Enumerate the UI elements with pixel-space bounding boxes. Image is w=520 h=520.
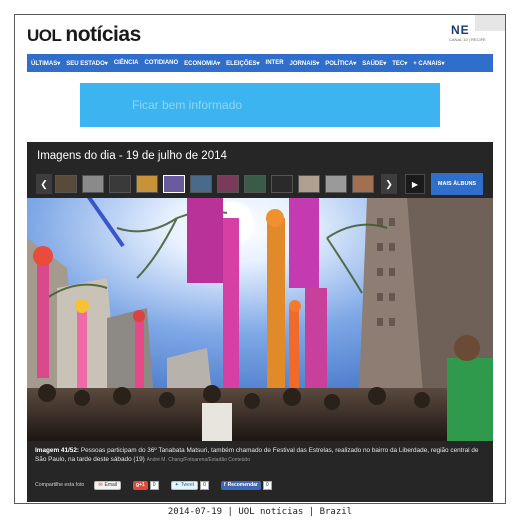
play-icon: ▶	[411, 179, 419, 189]
nav-item[interactable]: SEU ESTADO▾	[66, 60, 108, 67]
more-albums-button[interactable]: MAIS ÁLBUNS	[431, 173, 483, 195]
share-label: Compartilhe esta foto	[35, 482, 85, 488]
header-corner-box	[475, 15, 505, 31]
nav-item[interactable]: CIÊNCIA	[114, 60, 139, 66]
nav-item[interactable]: ECONOMIA▾	[184, 60, 220, 67]
site-header: UOL notícias NE CANAL 10 | RECIFE	[15, 15, 505, 53]
twitter-bird-icon: ✦	[174, 482, 179, 488]
gallery-title: Imagens do dia - 19 de julho de 2014	[37, 150, 227, 162]
share-bar: Compartilhe esta foto ✉ Email g+1 0 ✦ Tw…	[35, 479, 475, 491]
gallery-thumbnail[interactable]	[136, 175, 158, 193]
tweet-label: Tweet	[180, 482, 195, 488]
site-logo[interactable]: UOL notícias	[27, 23, 141, 47]
main-nav: ÚLTIMAS▾ SEU ESTADO▾ CIÊNCIA COTIDIANO ECONO…	[27, 54, 493, 72]
nav-item[interactable]: SAÚDE▾	[362, 60, 386, 67]
caption-text: Pessoas participam do 36º Tanabata Matsu…	[35, 447, 479, 463]
tweet-button[interactable]: ✦ Tweet	[170, 480, 199, 490]
image-footer-caption: 2014-07-19 | UOL notícias | Brazil	[167, 507, 353, 517]
gallery-thumbnail[interactable]	[298, 175, 320, 193]
gallery-thumbnail[interactable]	[244, 175, 266, 193]
nav-item[interactable]: TEC▾	[392, 60, 407, 67]
share-email-button[interactable]: ✉ Email	[94, 480, 122, 490]
photo-credit: André M. Chang/Fotoarena/Estadão Conteúd…	[146, 457, 250, 463]
photo-gallery: Imagens do dia - 19 de julho de 2014 ❮ ❯…	[27, 142, 493, 502]
gplus-count: 0	[149, 480, 159, 490]
logo-uol: UOL	[27, 26, 62, 45]
gplus-button[interactable]: g+1	[133, 480, 148, 490]
nav-item[interactable]: COTIDIANO	[144, 60, 178, 66]
gallery-thumbnail[interactable]	[109, 175, 131, 193]
thumbs-next-button[interactable]: ❯	[381, 174, 397, 194]
gallery-thumbnail[interactable]	[82, 175, 104, 193]
thumbnail-strip: ❮ ❯ ▶ MAIS ÁLBUNS	[27, 171, 493, 197]
gallery-thumbnail[interactable]	[271, 175, 293, 193]
gallery-thumbnail[interactable]	[55, 175, 77, 193]
photo-caption: Imagem 41/52: Pessoas participam do 36º …	[35, 446, 487, 465]
thumbs-prev-button[interactable]: ❮	[36, 174, 52, 194]
gallery-thumbnail[interactable]	[352, 175, 374, 193]
share-email-label: Email	[104, 482, 118, 488]
partner-logo-text: NE	[451, 23, 470, 37]
facebook-count: 0	[262, 480, 272, 490]
festival-photo-image	[27, 198, 493, 441]
chevron-right-icon: ❯	[385, 178, 393, 189]
gallery-thumbnail[interactable]	[217, 175, 239, 193]
gallery-main-photo[interactable]	[27, 198, 493, 441]
facebook-icon: f	[223, 482, 226, 488]
page-frame: UOL notícias NE CANAL 10 | RECIFE ÚLTIMA…	[14, 14, 506, 504]
logo-noticias: notícias	[65, 23, 141, 46]
nav-item[interactable]: + CANAIS▾	[413, 60, 444, 67]
envelope-icon: ✉	[98, 482, 103, 488]
nav-item[interactable]: INTER	[266, 60, 284, 66]
facebook-recommend-button[interactable]: f Recomendar	[220, 480, 261, 490]
ad-banner[interactable]: Ficar bem informado	[80, 83, 440, 127]
nav-item[interactable]: JORNAIS▾	[290, 60, 320, 67]
banner-text: Ficar bem informado	[132, 98, 243, 112]
chevron-left-icon: ❮	[40, 178, 48, 189]
slideshow-play-button[interactable]: ▶	[405, 174, 425, 194]
facebook-label: Recomendar	[227, 482, 258, 488]
tweet-count: 0	[200, 480, 209, 490]
nav-item[interactable]: ELEIÇÕES▾	[226, 60, 259, 67]
caption-prefix: Imagem 41/52:	[35, 447, 80, 454]
nav-item[interactable]: POLÍTICA▾	[325, 60, 356, 67]
gallery-thumbnail[interactable]	[163, 175, 185, 193]
partner-logo-subtitle: CANAL 10 | RECIFE	[449, 37, 486, 42]
nav-item[interactable]: ÚLTIMAS▾	[31, 60, 60, 67]
gallery-thumbnail[interactable]	[325, 175, 347, 193]
gallery-thumbnail[interactable]	[190, 175, 212, 193]
